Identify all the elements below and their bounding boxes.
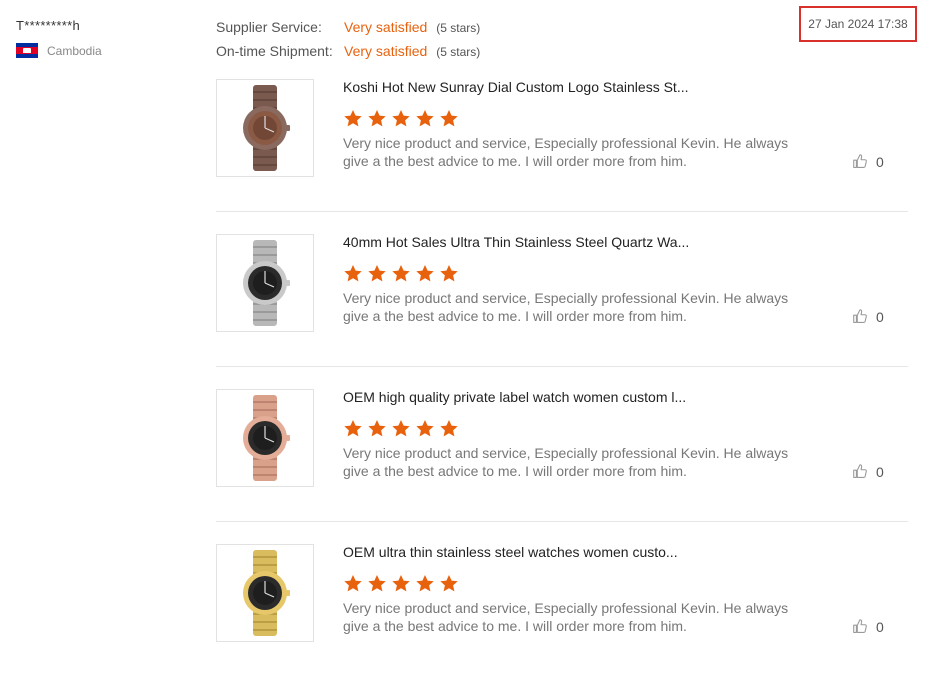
rating-star-icon (392, 575, 410, 592)
shipment-rating: On-time Shipment: Very satisfied (5 star… (216, 43, 480, 67)
product-title-link[interactable]: 40mm Hot Sales Ultra Thin Stainless Stee… (343, 234, 689, 250)
product-thumbnail[interactable] (216, 234, 314, 332)
reviewer-name: T*********h (16, 18, 81, 33)
product-review-item: 40mm Hot Sales Ultra Thin Stainless Stee… (216, 234, 908, 389)
like-button[interactable]: 0 (851, 618, 884, 636)
rating-star-icon (344, 420, 362, 437)
rating-star-icon (416, 110, 434, 127)
review-date-highlight: 27 Jan 2024 17:38 (799, 6, 917, 42)
rating-star-icon (392, 265, 410, 282)
product-rating-stars (343, 419, 463, 437)
like-count: 0 (876, 619, 884, 635)
country-name: Cambodia (47, 43, 102, 58)
rating-star-icon (392, 420, 410, 437)
rating-star-icon (416, 575, 434, 592)
watch-image (243, 240, 290, 326)
rating-star-icon (344, 265, 362, 282)
thumbs-up-icon (853, 619, 867, 633)
product-title-link[interactable]: OEM ultra thin stainless steel watches w… (343, 544, 678, 560)
rating-star-icon (440, 265, 458, 282)
review-comment: Very nice product and service, Especiall… (343, 290, 789, 324)
rating-star-icon (392, 110, 410, 127)
rating-star-icon (440, 420, 458, 437)
like-button[interactable]: 0 (851, 153, 884, 171)
like-button[interactable]: 0 (851, 463, 884, 481)
product-thumbnail[interactable] (216, 389, 314, 487)
product-thumbnail[interactable] (216, 544, 314, 642)
watch-image (243, 395, 290, 481)
product-title-link[interactable]: Koshi Hot New Sunray Dial Custom Logo St… (343, 79, 689, 95)
product-rating-stars (343, 109, 463, 127)
product-rating-stars (343, 574, 463, 592)
rating-star-icon (416, 265, 434, 282)
product-title-link[interactable]: OEM high quality private label watch wom… (343, 389, 686, 405)
reviewer-info: T*********h Cambodia (16, 18, 102, 58)
shipment-label: On-time Shipment: (216, 43, 333, 59)
thumbs-up-icon (853, 464, 867, 478)
watch-image (243, 550, 290, 636)
review-comment: Very nice product and service, Especiall… (343, 600, 789, 634)
product-review-item: OEM high quality private label watch wom… (216, 389, 908, 544)
product-thumbnail[interactable] (216, 79, 314, 177)
like-count: 0 (876, 154, 884, 170)
watch-image (243, 85, 290, 171)
shipment-value: Very satisfied (344, 43, 428, 59)
rating-star-icon (344, 575, 362, 592)
like-count: 0 (876, 309, 884, 325)
supplier-service-label: Supplier Service: (216, 19, 322, 35)
supplier-service-value: Very satisfied (344, 19, 428, 35)
thumbs-up-icon (853, 309, 867, 323)
supplier-service-rating: Supplier Service: Very satisfied (5 star… (216, 19, 480, 43)
rating-star-icon (368, 110, 386, 127)
product-rating-stars (343, 264, 463, 282)
supplier-ratings: Supplier Service: Very satisfied (5 star… (216, 19, 480, 67)
thumbs-up-icon (853, 154, 867, 168)
review-comment: Very nice product and service, Especiall… (343, 135, 789, 169)
review-comment: Very nice product and service, Especiall… (343, 445, 789, 479)
review-divider (216, 211, 908, 212)
cambodia-flag-icon (16, 43, 38, 58)
rating-star-icon (368, 265, 386, 282)
shipment-stars: (5 stars) (436, 45, 481, 59)
rating-star-icon (416, 420, 434, 437)
review-divider (216, 521, 908, 522)
product-review-item: Koshi Hot New Sunray Dial Custom Logo St… (216, 79, 908, 234)
product-review-item: OEM ultra thin stainless steel watches w… (216, 544, 908, 699)
rating-star-icon (440, 575, 458, 592)
review-divider (216, 366, 908, 367)
like-count: 0 (876, 464, 884, 480)
rating-star-icon (344, 110, 362, 127)
review-date: 27 Jan 2024 17:38 (808, 17, 908, 31)
like-button[interactable]: 0 (851, 308, 884, 326)
supplier-service-stars: (5 stars) (436, 21, 481, 35)
rating-star-icon (368, 575, 386, 592)
reviewer-country: Cambodia (16, 43, 102, 58)
rating-star-icon (440, 110, 458, 127)
rating-star-icon (368, 420, 386, 437)
